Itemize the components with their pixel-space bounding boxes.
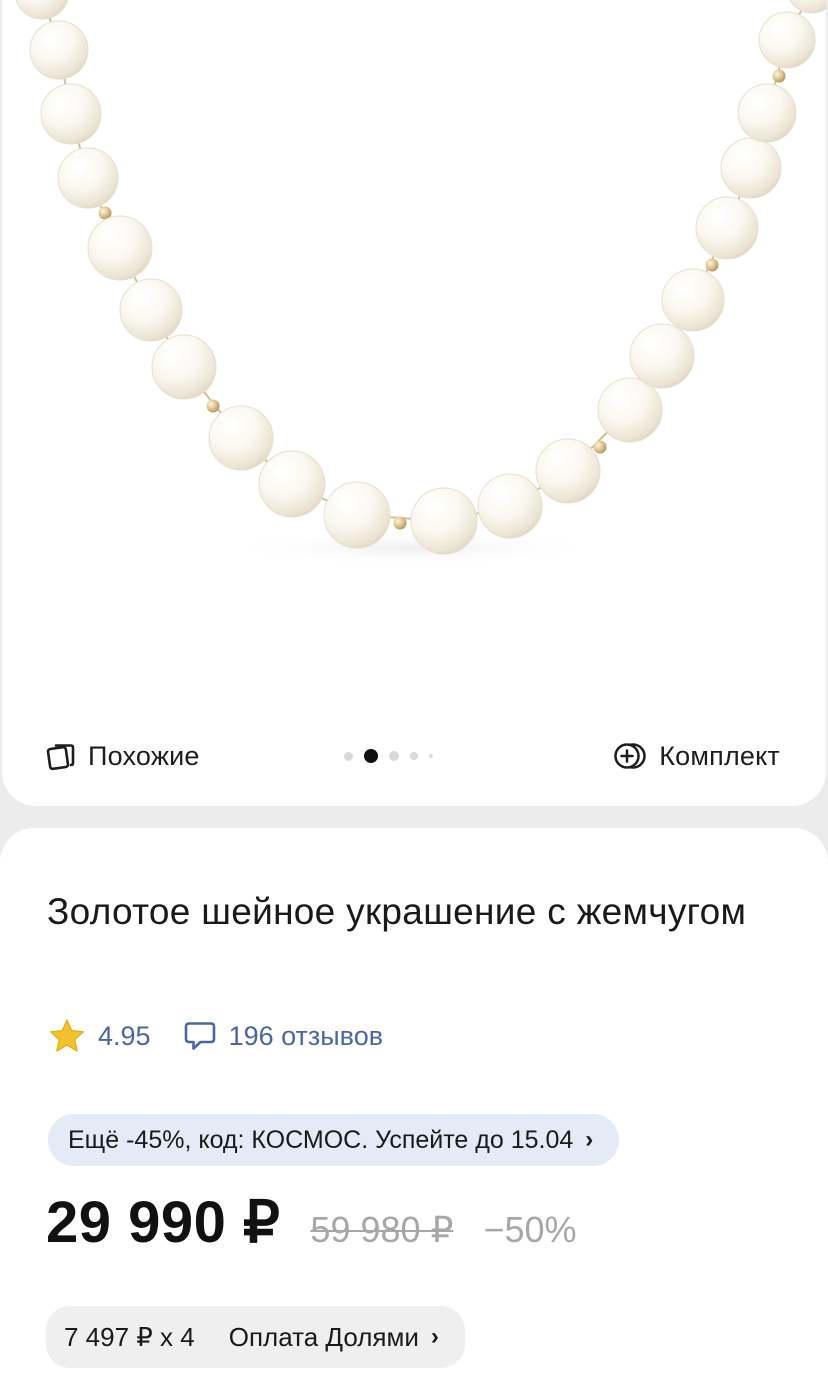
pearl [720,137,782,199]
kit-button[interactable]: Комплект [613,736,780,776]
pearl-highlight [771,26,785,35]
pearl-highlight [339,499,354,509]
product-photo[interactable] [2,0,826,700]
pearl-highlight [644,340,659,350]
promo-text: Ещё -45%, код: КОСМОС. Успейте до 15.04 [68,1125,574,1154]
cards-icon [46,744,75,771]
reviews-link[interactable]: 196 отзывов [183,1020,384,1052]
pearl-highlight [734,153,749,162]
product-info-card: Золотое шейное украшение с жемчугом 4.95… [0,828,828,1388]
price-row: 29 990 ₽ 59 980 ₽ −50% [46,1188,577,1264]
gold-bead [393,516,407,530]
pearl [629,323,695,389]
pagination-dot[interactable] [410,752,418,760]
pearl [151,334,217,400]
pearl [410,487,478,555]
pearl [40,83,102,145]
chevron-right-icon: › [585,1126,594,1153]
gold-bead [772,69,786,83]
pearl-highlight [71,163,85,172]
pearl-highlight [102,232,117,242]
product-title: Золотое шейное украшение с жемчугом [47,891,747,932]
pearl-highlight [550,455,565,465]
gold-bead [593,440,607,454]
pearl [535,438,601,504]
plus-circle-icon [614,743,646,769]
pearl [695,196,759,260]
pearl [789,0,826,14]
pearl [57,147,119,209]
rating-value: 4.95 [98,1020,151,1051]
pearl-highlight [751,99,765,107]
promo-code-banner[interactable]: Ещё -45%, код: КОСМОС. Успейте до 15.04 … [48,1114,620,1166]
pearl-highlight [492,490,507,500]
pearl-highlight [612,394,627,404]
pearl-highlight [43,36,57,44]
pearl-highlight [426,505,441,515]
pearl [323,481,391,549]
pearl [661,268,725,332]
rating-row: 4.95 196 отзывов [48,1016,383,1056]
pearl [737,83,797,143]
pagination-dot[interactable] [344,751,353,761]
pearl-highlight [166,351,181,361]
gold-bead [206,399,220,413]
chevron-right-icon: › [430,1323,439,1350]
pearl [87,215,153,281]
pearl-highlight [676,285,690,294]
discount-percent: −50% [483,1209,577,1250]
similar-label: Похожие [88,740,200,771]
installment-button[interactable]: 7 497 ₽ x 4 Оплата Долями › [46,1306,465,1368]
pearl-highlight [54,99,68,108]
pearl-highlight [134,295,148,304]
pearl [258,450,326,518]
old-price: 59 980 ₽ [310,1209,454,1250]
product-gallery[interactable]: Похожие Комплект [2,0,826,806]
installment-amount: 7 497 ₽ x 4 [64,1321,195,1352]
pearl [758,11,816,69]
pearl [15,0,69,20]
pagination-dot[interactable] [389,751,399,761]
star-icon [50,1019,84,1052]
pagination-dot-active[interactable] [364,749,378,763]
kit-label: Комплект [659,740,780,771]
pearl-shadow [222,530,602,566]
pearl-highlight [223,422,238,432]
current-price: 29 990 ₽ [46,1190,281,1255]
pearl [29,20,89,80]
similar-button[interactable]: Похожие [46,736,200,776]
pearl [119,278,183,342]
pagination-dot[interactable] [429,754,433,758]
gallery-pagination [344,746,433,766]
pearl-highlight [274,468,289,478]
installment-label: Оплата Долями [228,1321,419,1352]
comment-icon [184,1022,215,1050]
pearl [477,473,543,539]
pearl-highlight [710,213,724,222]
necklace-thread [43,0,808,523]
gallery-footer: Похожие Комплект [2,728,826,782]
reviews-count: 196 отзывов [228,1020,384,1051]
pearl [597,377,663,443]
pearl [208,405,274,471]
gold-bead [705,258,719,272]
